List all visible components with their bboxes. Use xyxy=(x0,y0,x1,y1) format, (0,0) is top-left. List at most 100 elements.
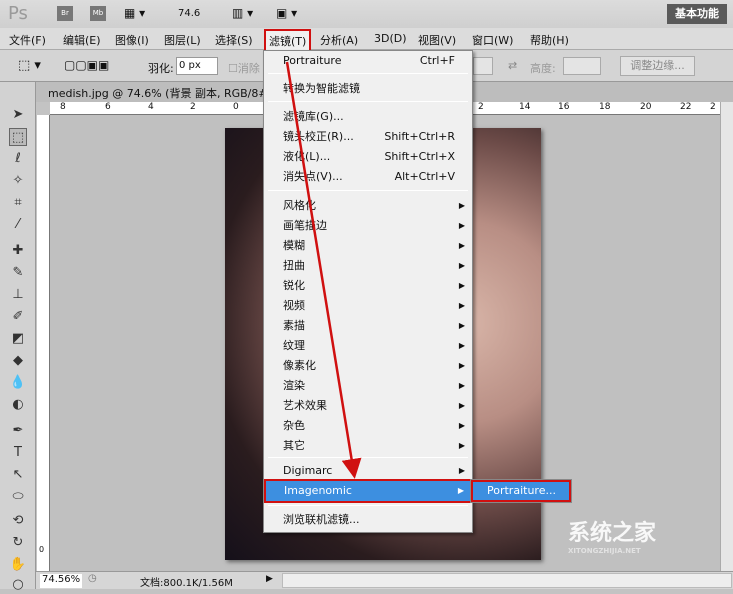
ruler-label: 0 xyxy=(39,545,45,554)
history-brush-icon[interactable]: ✐ xyxy=(9,308,27,326)
menu-item-submenu[interactable]: 纹理 ▶ xyxy=(265,336,471,356)
selection-mode-icons[interactable]: ▢▢▣▣ xyxy=(64,58,109,72)
ruler-label: 2 xyxy=(478,102,484,112)
menu-item-liquify[interactable]: 液化(L)... Shift+Ctrl+X xyxy=(265,147,471,167)
zoom-field[interactable]: 74.56% xyxy=(40,574,82,588)
submenu-item-portraiture[interactable]: Portraiture... xyxy=(471,480,571,502)
menu-file[interactable]: 文件(F) xyxy=(9,32,46,48)
menu-image[interactable]: 图像(I) xyxy=(115,32,149,48)
ruler-label: 2 xyxy=(710,102,716,112)
menu-item-submenu[interactable]: 艺术效果 ▶ xyxy=(265,396,471,416)
ruler-label: 16 xyxy=(558,102,570,112)
ruler-label: 18 xyxy=(599,102,611,112)
dodge-tool-icon[interactable]: ◐ xyxy=(9,396,27,414)
menu-item-submenu[interactable]: 画笔描边 ▶ xyxy=(265,216,471,236)
swap-icon[interactable]: ⇄ xyxy=(508,59,517,72)
brush-tool-icon[interactable]: ✎ xyxy=(9,264,27,282)
menu-item-submenu[interactable]: 视频 ▶ xyxy=(265,296,471,316)
vertical-scrollbar[interactable] xyxy=(720,102,733,571)
3d-rotate-icon[interactable]: ⟲ xyxy=(9,512,27,530)
ps-logo: Ps xyxy=(8,3,28,24)
zoom-tool-icon[interactable]: ○ xyxy=(9,576,27,594)
menu-item-submenu[interactable]: 风格化 ▶ xyxy=(265,196,471,216)
ruler-label: 4 xyxy=(148,102,154,112)
menu-view[interactable]: 视图(V) xyxy=(418,32,456,48)
hand-tool-icon[interactable]: ✋ xyxy=(9,556,27,574)
3d-orbit-icon[interactable]: ↻ xyxy=(9,534,27,552)
feather-label: 羽化: xyxy=(148,62,174,75)
ruler-label: 0 xyxy=(233,102,239,112)
ruler-label: 20 xyxy=(640,102,652,112)
quick-select-icon[interactable]: ✧ xyxy=(9,172,27,190)
shape-tool-icon[interactable]: ⬭ xyxy=(9,488,27,506)
menu-item-submenu[interactable]: 杂色 ▶ xyxy=(265,416,471,436)
imagenomic-submenu: Portraiture... xyxy=(470,479,572,503)
ruler-label: 6 xyxy=(105,102,111,112)
filter-menu: Portraiture Ctrl+F 转换为智能滤镜 滤镜库(G)... 镜头校正… xyxy=(263,50,473,533)
ruler-label: 22 xyxy=(680,102,692,112)
arrange-dropdown[interactable]: ▥ ▾ xyxy=(232,6,253,20)
status-icon[interactable]: ◷ xyxy=(88,573,97,584)
menu-analysis[interactable]: 分析(A) xyxy=(320,32,358,48)
move-tool-icon[interactable]: ➤ xyxy=(9,106,27,124)
clone-stamp-icon[interactable]: ⊥ xyxy=(9,286,27,304)
menu-item-submenu[interactable]: 锐化 ▶ xyxy=(265,276,471,296)
tools-panel: ➤ ⬚ ℓ ✧ ⌗ ⁄ ✚ ✎ ⊥ ✐ ◩ ◆ 💧 ◐ ✒ T ↖ ⬭ ⟲ ↻ … xyxy=(0,82,36,592)
menu-layer[interactable]: 图层(L) xyxy=(164,32,201,48)
eyedropper-icon[interactable]: ⁄ xyxy=(9,216,27,234)
menu-item-vanishing-point[interactable]: 消失点(V)... Alt+Ctrl+V xyxy=(265,167,471,187)
menu-item-submenu[interactable]: 扭曲 ▶ xyxy=(265,256,471,276)
ruler-label: 14 xyxy=(519,102,531,112)
type-tool-icon[interactable]: T xyxy=(9,444,27,462)
crop-tool-icon[interactable]: ⌗ xyxy=(9,194,27,212)
menu-help[interactable]: 帮助(H) xyxy=(530,32,569,48)
marquee-preset-icon[interactable]: ⬚ ▾ xyxy=(18,58,41,73)
app-bar: Ps Br Mb ▦ ▾ 74.6 ▥ ▾ ▣ ▾ 基本功能 xyxy=(0,0,733,28)
menu-select[interactable]: 选择(S) xyxy=(215,32,253,48)
menu-item-digimarc[interactable]: Digimarc ▶ xyxy=(265,461,471,481)
feather-input[interactable]: 0 px xyxy=(176,57,218,75)
menu-item-last-filter[interactable]: Portraiture Ctrl+F xyxy=(265,51,471,71)
menu-item-smart-filter[interactable]: 转换为智能滤镜 xyxy=(265,79,471,99)
vertical-ruler: 0 xyxy=(37,115,50,571)
menu-item-filter-gallery[interactable]: 滤镜库(G)... xyxy=(265,107,471,127)
eraser-icon[interactable]: ◩ xyxy=(9,330,27,348)
antialias-label: 消除 xyxy=(237,62,260,75)
menu-item-imagenomic[interactable]: Imagenomic ▶ xyxy=(264,479,472,503)
status-bar: 74.56% ◷ 文档:800.1K/1.56M ▶ xyxy=(36,571,733,589)
menu-item-submenu[interactable]: 其它 ▶ xyxy=(265,436,471,456)
marquee-tool-icon[interactable]: ⬚ xyxy=(9,128,27,146)
menu-3d[interactable]: 3D(D) xyxy=(374,32,407,45)
menu-item-submenu[interactable]: 渲染 ▶ xyxy=(265,376,471,396)
path-select-icon[interactable]: ↖ xyxy=(9,466,27,484)
menu-bar: 文件(F) 编辑(E) 图像(I) 图层(L) 选择(S) 滤镜(T) 分析(A… xyxy=(0,28,733,53)
healing-brush-icon[interactable]: ✚ xyxy=(9,242,27,260)
horizontal-scrollbar[interactable] xyxy=(282,573,732,588)
height-input[interactable] xyxy=(563,57,601,75)
gradient-tool-icon[interactable]: ◆ xyxy=(9,352,27,370)
bridge-button[interactable]: Br xyxy=(57,6,73,21)
status-menu-arrow[interactable]: ▶ xyxy=(266,574,273,584)
screen-mode-dropdown[interactable]: ▣ ▾ xyxy=(276,6,297,20)
menu-item-submenu[interactable]: 素描 ▶ xyxy=(265,316,471,336)
width-input[interactable] xyxy=(473,57,493,75)
document-title: medish.jpg @ 74.6% (背景 副本, RGB/8#) xyxy=(48,87,272,100)
refine-edge-button[interactable]: 调整边缘... xyxy=(620,56,695,76)
menu-item-browse-online[interactable]: 浏览联机滤镜... xyxy=(265,510,471,530)
zoom-dropdown[interactable]: 74.6 xyxy=(178,8,200,19)
menu-edit[interactable]: 编辑(E) xyxy=(63,32,101,48)
view-extras-dropdown[interactable]: ▦ ▾ xyxy=(124,6,145,20)
height-label: 高度: xyxy=(530,62,556,75)
menu-item-submenu[interactable]: 像素化 ▶ xyxy=(265,356,471,376)
lasso-tool-icon[interactable]: ℓ xyxy=(9,150,27,168)
ruler-label: 8 xyxy=(60,102,66,112)
workspace-button[interactable]: 基本功能 xyxy=(667,4,727,24)
ruler-label: 2 xyxy=(190,102,196,112)
antialias-checkbox[interactable]: ☐消除 xyxy=(228,60,260,76)
menu-item-submenu[interactable]: 模糊 ▶ xyxy=(265,236,471,256)
mini-bridge-button[interactable]: Mb xyxy=(90,6,106,21)
menu-window[interactable]: 窗口(W) xyxy=(472,32,513,48)
pen-tool-icon[interactable]: ✒ xyxy=(9,422,27,440)
menu-item-lens-correction[interactable]: 镜头校正(R)... Shift+Ctrl+R xyxy=(265,127,471,147)
blur-tool-icon[interactable]: 💧 xyxy=(9,374,27,392)
